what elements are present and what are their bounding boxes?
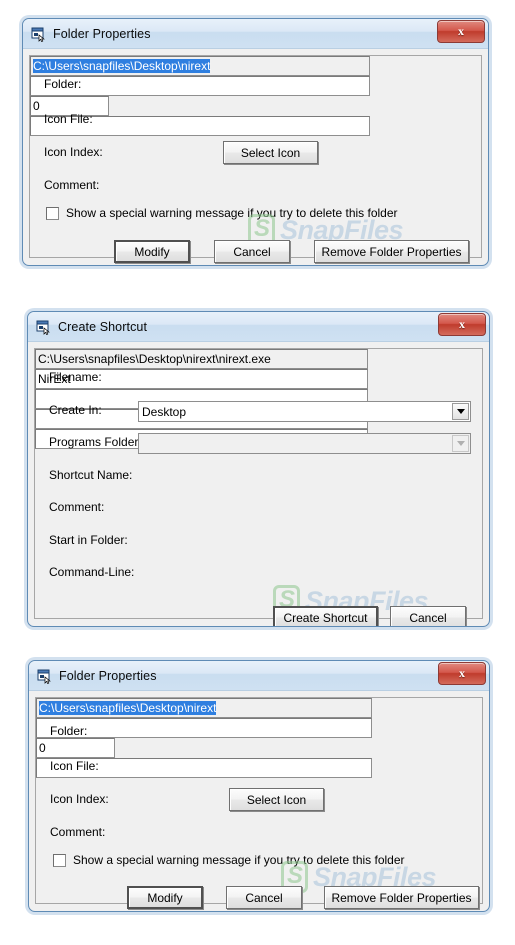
dialog-client-area: Filename: C:\Users\snapfiles\Desktop\nir… xyxy=(34,348,483,626)
field-row-icon-file: Icon File: xyxy=(44,112,132,126)
filename-input-value: C:\Users\snapfiles\Desktop\nirext\nirext… xyxy=(38,352,271,366)
field-row-comment: Comment: xyxy=(44,178,132,192)
nirext-window-icon xyxy=(36,319,52,335)
create-in-combo-value: Desktop xyxy=(142,404,187,419)
window-title: Folder Properties xyxy=(59,668,157,683)
field-row-icon-index: Icon Index: xyxy=(44,145,132,159)
close-button[interactable]: x xyxy=(438,662,486,685)
field-row-create-in: Create In: xyxy=(49,403,144,417)
folder-label: Folder: xyxy=(50,724,88,738)
icon-index-input-value: 0 xyxy=(33,99,40,113)
field-row-start-in-folder: Start in Folder: xyxy=(49,533,144,547)
warn-on-delete-label: Show a special warning message if you tr… xyxy=(66,206,398,220)
folder-input-value: C:\Users\snapfiles\Desktop\nirext xyxy=(39,701,217,715)
folder-properties-dialog-bottom[interactable]: Folder Properties x Folder: C:\Users\sna… xyxy=(28,660,490,912)
field-row-shortcut-name: Shortcut Name: xyxy=(49,468,144,482)
folder-input-value: C:\Users\snapfiles\Desktop\nirext xyxy=(33,59,211,73)
nirext-window-icon xyxy=(37,668,53,684)
close-button[interactable]: x xyxy=(438,313,486,336)
icon-index-label: Icon Index: xyxy=(50,792,109,806)
dialog-client-area: Folder: C:\Users\snapfiles\Desktop\nirex… xyxy=(29,55,482,263)
select-icon-button[interactable]: Select Icon xyxy=(223,141,318,164)
select-icon-button[interactable]: Select Icon xyxy=(229,788,324,811)
remove-folder-properties-button[interactable]: Remove Folder Properties xyxy=(324,886,479,909)
folder-properties-dialog-top[interactable]: Folder Properties x Folder: C:\Users\sna… xyxy=(22,18,489,266)
icon-file-label: Icon File: xyxy=(50,759,99,773)
window-title: Folder Properties xyxy=(53,26,151,41)
warn-on-delete-label: Show a special warning message if you tr… xyxy=(73,853,405,867)
field-row-folder: Folder: xyxy=(44,77,132,91)
comment-label: Comment: xyxy=(44,178,100,192)
start-in-folder-label: Start in Folder: xyxy=(49,533,128,547)
screenshot-canvas: Folder Properties x Folder: C:\Users\sna… xyxy=(0,0,515,945)
icon-file-label: Icon File: xyxy=(44,112,93,126)
dialog-client-area: Folder: C:\Users\snapfiles\Desktop\nirex… xyxy=(35,697,483,909)
shortcut-name-label: Shortcut Name: xyxy=(49,468,133,482)
cancel-button[interactable]: Cancel xyxy=(214,240,290,263)
modify-button[interactable]: Modify xyxy=(127,886,203,909)
chevron-down-icon xyxy=(452,435,469,452)
field-row-icon-index: Icon Index: xyxy=(50,792,138,806)
folder-input[interactable]: C:\Users\snapfiles\Desktop\nirext xyxy=(30,56,370,76)
modify-button[interactable]: Modify xyxy=(114,240,190,263)
programs-folder-label: Programs Folder: xyxy=(49,435,142,449)
close-button[interactable]: x xyxy=(437,20,485,43)
programs-folder-combo xyxy=(138,433,471,454)
create-shortcut-dialog[interactable]: Create Shortcut x Filename: C:\Users\sna… xyxy=(27,311,490,627)
nirext-window-icon xyxy=(31,26,47,42)
field-row-command-line: Command-Line: xyxy=(49,565,144,579)
folder-input[interactable]: C:\Users\snapfiles\Desktop\nirext xyxy=(36,698,372,718)
titlebar[interactable]: Folder Properties x xyxy=(23,19,488,49)
command-line-label: Command-Line: xyxy=(49,565,135,579)
create-in-label: Create In: xyxy=(49,403,102,417)
icon-index-label: Icon Index: xyxy=(44,145,103,159)
field-row-filename: Filename: xyxy=(49,370,144,384)
field-row-comment: Comment: xyxy=(50,825,138,839)
filename-label: Filename: xyxy=(49,370,102,384)
filename-input[interactable]: C:\Users\snapfiles\Desktop\nirext\nirext… xyxy=(35,349,368,369)
cancel-button[interactable]: Cancel xyxy=(226,886,302,909)
warn-on-delete-checkbox-row[interactable]: Show a special warning message if you tr… xyxy=(53,853,405,867)
folder-label: Folder: xyxy=(44,77,82,91)
create-in-combo[interactable]: Desktop xyxy=(138,401,471,422)
warn-on-delete-checkbox-row[interactable]: Show a special warning message if you tr… xyxy=(46,206,398,220)
field-row-programs-folder: Programs Folder: xyxy=(49,435,144,449)
window-title: Create Shortcut xyxy=(58,319,148,334)
field-row-icon-file: Icon File: xyxy=(50,759,138,773)
comment-label: Comment: xyxy=(49,500,105,514)
remove-folder-properties-button[interactable]: Remove Folder Properties xyxy=(314,240,469,263)
icon-index-input[interactable]: 0 xyxy=(36,738,115,758)
field-row-folder: Folder: xyxy=(50,724,138,738)
warn-on-delete-checkbox[interactable] xyxy=(46,206,59,220)
titlebar[interactable]: Folder Properties x xyxy=(29,661,489,691)
chevron-down-icon[interactable] xyxy=(452,403,469,420)
titlebar[interactable]: Create Shortcut x xyxy=(28,312,489,342)
field-row-comment: Comment: xyxy=(49,500,144,514)
create-shortcut-button[interactable]: Create Shortcut xyxy=(273,606,378,626)
cancel-button[interactable]: Cancel xyxy=(390,606,466,626)
icon-index-input-value: 0 xyxy=(39,741,46,755)
warn-on-delete-checkbox[interactable] xyxy=(53,853,66,867)
comment-label: Comment: xyxy=(50,825,106,839)
